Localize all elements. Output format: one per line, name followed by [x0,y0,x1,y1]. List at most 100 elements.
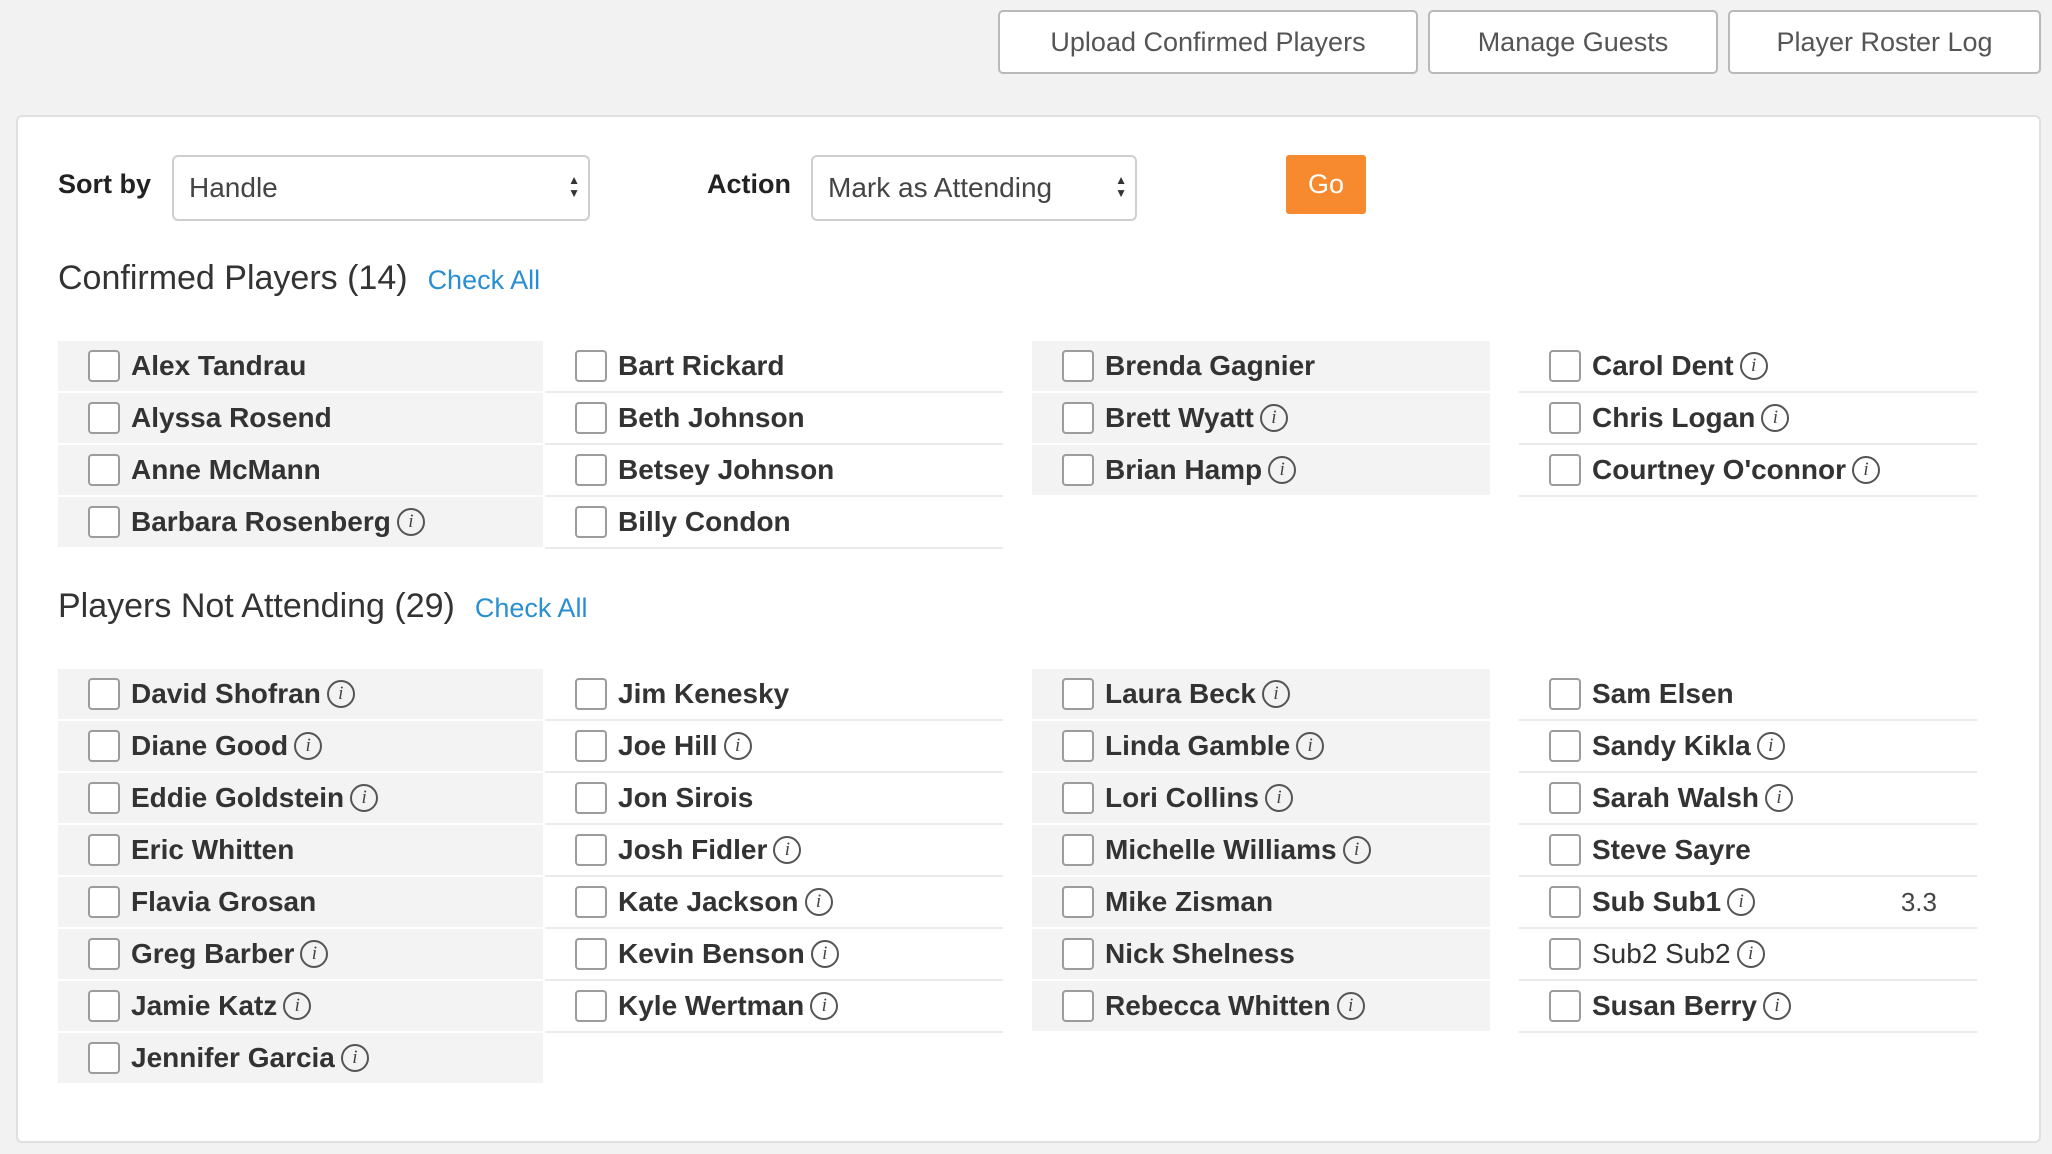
player-row[interactable]: Susan Berry i [1519,981,1977,1033]
info-icon[interactable]: i [1739,352,1768,380]
player-checkbox[interactable] [575,834,607,866]
info-icon[interactable]: i [350,784,379,812]
player-row[interactable]: Courtney O'connor i [1519,445,1977,497]
sort-by-select[interactable]: Handle ▲ ▼ [172,155,590,221]
player-checkbox[interactable] [1549,730,1581,762]
player-row[interactable]: Chris Logan i [1519,393,1977,445]
player-checkbox[interactable] [88,402,120,434]
player-checkbox[interactable] [1549,834,1581,866]
manage-guests-button[interactable]: Manage Guests [1428,10,1718,74]
upload-confirmed-players-button[interactable]: Upload Confirmed Players [998,10,1418,74]
player-row[interactable]: Kevin Benson i [545,929,1003,981]
player-row[interactable]: Jim Kenesky [545,669,1003,721]
player-row[interactable]: Rebecca Whitten i [1032,981,1490,1033]
player-row[interactable]: Greg Barber i [58,929,543,981]
player-row[interactable]: Steve Sayre [1519,825,1977,877]
player-row[interactable]: Barbara Rosenberg i [58,497,543,549]
info-icon[interactable]: i [1736,940,1765,968]
info-icon[interactable]: i [1761,404,1790,432]
info-icon[interactable]: i [810,940,839,968]
player-row[interactable]: Sam Elsen [1519,669,1977,721]
player-checkbox[interactable] [575,402,607,434]
player-row[interactable]: Mike Zisman [1032,877,1490,929]
player-checkbox[interactable] [1062,938,1094,970]
player-row[interactable]: Linda Gamble i [1032,721,1490,773]
info-icon[interactable]: i [1268,456,1297,484]
info-icon[interactable]: i [804,888,833,916]
player-checkbox[interactable] [88,678,120,710]
player-row[interactable]: Flavia Grosan [58,877,543,929]
player-row[interactable]: Laura Beck i [1032,669,1490,721]
info-icon[interactable]: i [1336,992,1365,1020]
player-row[interactable]: Sub2 Sub2 i [1519,929,1977,981]
player-row[interactable]: Jennifer Garcia i [58,1033,543,1085]
player-checkbox[interactable] [575,782,607,814]
player-checkbox[interactable] [575,938,607,970]
go-button[interactable]: Go [1286,155,1366,214]
player-checkbox[interactable] [575,990,607,1022]
info-icon[interactable]: i [1765,784,1794,812]
player-checkbox[interactable] [88,834,120,866]
player-checkbox[interactable] [1549,938,1581,970]
player-checkbox[interactable] [1549,886,1581,918]
info-icon[interactable]: i [1261,680,1290,708]
player-row[interactable]: Bart Rickard [545,341,1003,393]
player-checkbox[interactable] [88,1042,120,1074]
player-row[interactable]: Kate Jackson i [545,877,1003,929]
info-icon[interactable]: i [1756,732,1785,760]
player-row[interactable]: Brett Wyatt i [1032,393,1490,445]
player-row[interactable]: Brian Hamp i [1032,445,1490,497]
player-row[interactable]: David Shofran i [58,669,543,721]
player-roster-log-button[interactable]: Player Roster Log [1728,10,2041,74]
player-checkbox[interactable] [1549,350,1581,382]
player-row[interactable]: Betsey Johnson [545,445,1003,497]
player-row[interactable]: Anne McMann [58,445,543,497]
player-checkbox[interactable] [88,782,120,814]
info-icon[interactable]: i [300,940,329,968]
action-select[interactable]: Mark as Attending ▲ ▼ [811,155,1137,221]
player-checkbox[interactable] [575,730,607,762]
player-checkbox[interactable] [1549,402,1581,434]
player-row[interactable]: Michelle Williams i [1032,825,1490,877]
player-checkbox[interactable] [1062,834,1094,866]
player-checkbox[interactable] [1062,350,1094,382]
info-icon[interactable]: i [723,732,752,760]
player-checkbox[interactable] [88,990,120,1022]
info-icon[interactable]: i [1265,784,1293,812]
player-checkbox[interactable] [88,350,120,382]
player-checkbox[interactable] [88,506,120,538]
player-row[interactable]: Lori Collins i [1032,773,1490,825]
player-row[interactable]: Billy Condon [545,497,1003,549]
player-checkbox[interactable] [88,730,120,762]
player-checkbox[interactable] [88,886,120,918]
player-row[interactable]: Joe Hill i [545,721,1003,773]
info-icon[interactable]: i [294,732,323,760]
player-row[interactable]: Diane Good i [58,721,543,773]
player-checkbox[interactable] [88,938,120,970]
player-checkbox[interactable] [575,350,607,382]
info-icon[interactable]: i [1296,732,1325,760]
info-icon[interactable]: i [283,992,312,1020]
info-icon[interactable]: i [1852,456,1880,484]
player-checkbox[interactable] [88,454,120,486]
player-checkbox[interactable] [1062,782,1094,814]
info-icon[interactable]: i [396,508,425,536]
player-checkbox[interactable] [575,454,607,486]
player-checkbox[interactable] [575,678,607,710]
player-row[interactable]: Nick Shelness [1032,929,1490,981]
info-icon[interactable]: i [1259,404,1288,432]
player-checkbox[interactable] [1062,730,1094,762]
player-row[interactable]: Sandy Kikla i [1519,721,1977,773]
info-icon[interactable]: i [1762,992,1791,1020]
player-row[interactable]: Alex Tandrau [58,341,543,393]
player-checkbox[interactable] [1549,678,1581,710]
player-row[interactable]: Jamie Katz i [58,981,543,1033]
info-icon[interactable]: i [810,992,839,1020]
player-row[interactable]: Josh Fidler i [545,825,1003,877]
player-row[interactable]: Sub Sub1 i 3.3 [1519,877,1977,929]
player-checkbox[interactable] [1549,782,1581,814]
player-row[interactable]: Kyle Wertman i [545,981,1003,1033]
player-row[interactable]: Brenda Gagnier [1032,341,1490,393]
info-icon[interactable]: i [1727,888,1756,916]
player-row[interactable]: Alyssa Rosend [58,393,543,445]
